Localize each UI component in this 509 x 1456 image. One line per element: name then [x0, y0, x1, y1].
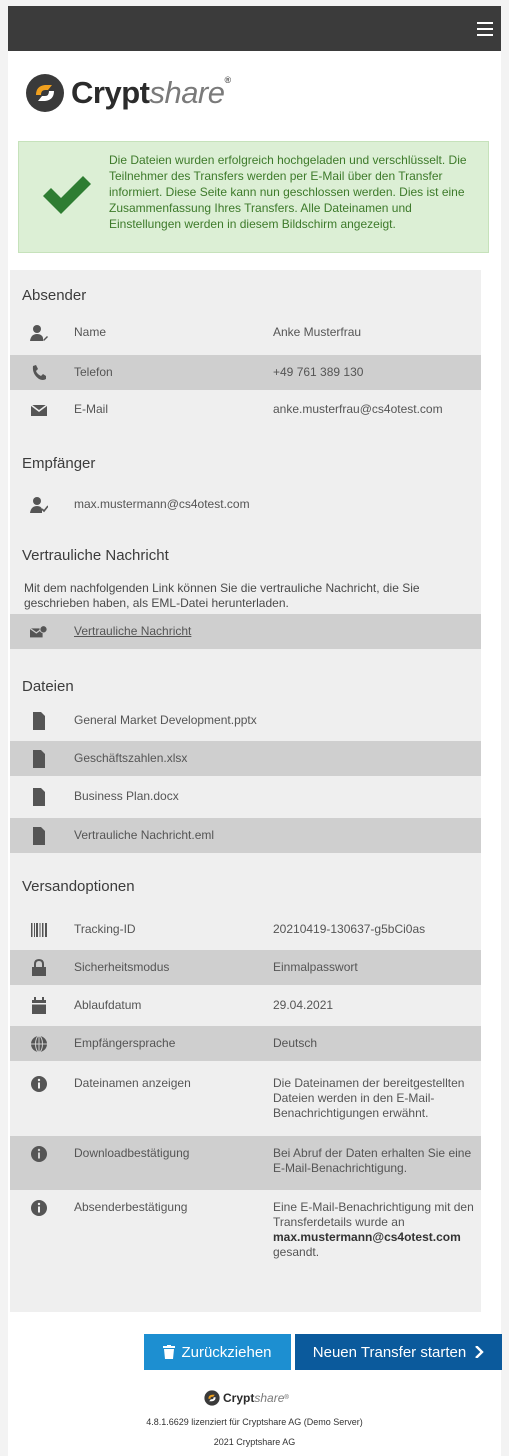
new-transfer-button[interactable]: Neuen Transfer starten [295, 1334, 502, 1370]
envelope-icon [30, 404, 48, 416]
navbar [8, 6, 501, 51]
file-icon [33, 827, 45, 845]
sender-heading: Absender [22, 287, 87, 304]
option-label: Tracking-ID [74, 922, 136, 936]
file-row: Vertrauliche Nachricht.eml [10, 818, 481, 853]
file-icon [33, 712, 45, 730]
option-filenames-row: Dateinamen anzeigen Die Dateinamen der b… [10, 1066, 481, 1128]
option-label: Empfängersprache [74, 1036, 176, 1050]
footer-brand-reg: ® [284, 1395, 289, 1401]
option-label: Sicherheitsmodus [74, 960, 170, 974]
info-icon [31, 1146, 47, 1162]
option-expiry-row: Ablaufdatum 29.04.2021 [10, 988, 481, 1023]
user-edit-icon [30, 325, 48, 341]
recipient-email: max.mustermann@cs4otest.com [74, 497, 250, 511]
calendar-icon [32, 997, 46, 1014]
file-icon [33, 788, 45, 806]
sender-name-value: Anke Musterfrau [273, 325, 362, 339]
cryptshare-logo-icon [26, 74, 64, 112]
footer-license: 4.8.1.6629 lizenziert für Cryptshare AG … [146, 1417, 363, 1427]
confidential-description: Mit dem nachfolgenden Link können Sie di… [24, 581, 420, 610]
cryptshare-logo-icon [204, 1390, 220, 1406]
trash-icon [163, 1345, 176, 1359]
globe-icon [31, 1035, 47, 1053]
success-alert: Die Dateien wurden erfolgreich hochgelad… [18, 141, 489, 253]
sender-phone-label: Telefon [74, 365, 113, 379]
footer-brand-light: share [254, 1391, 285, 1405]
option-download-confirm-row: Downloadbestätigung Bei Abruf der Daten … [10, 1136, 481, 1190]
chevron-right-icon [475, 1346, 484, 1358]
file-name: Business Plan.docx [74, 789, 179, 803]
file-name: Geschäftszahlen.xlsx [74, 751, 188, 765]
brand-logo[interactable]: Cryptshare® [25, 73, 231, 113]
option-language-row: Empfängersprache Deutsch [10, 1026, 481, 1061]
option-label: Downloadbestätigung [74, 1146, 190, 1160]
sender-email-label: E-Mail [74, 402, 109, 416]
option-label: Absenderbestätigung [74, 1200, 188, 1214]
files-heading: Dateien [22, 678, 74, 695]
option-tracking-row: Tracking-ID 20210419-130637-g5bCi0as [10, 912, 481, 947]
sender-phone-row: Telefon +49 761 389 130 [10, 355, 481, 390]
user-check-icon [30, 497, 48, 513]
confidential-message-link[interactable]: Vertrauliche Nachricht [74, 624, 191, 638]
option-value: Bei Abruf der Daten erhalten Sie eine E-… [273, 1146, 472, 1175]
file-row: Geschäftszahlen.xlsx [10, 741, 481, 776]
recipient-row: max.mustermann@cs4otest.com [10, 487, 481, 522]
option-value: Deutsch [273, 1036, 318, 1050]
new-transfer-button-label: Neuen Transfer starten [312, 1343, 467, 1361]
withdraw-button[interactable]: Zurückziehen [144, 1334, 291, 1370]
confidential-link-row[interactable]: Vertrauliche Nachricht [10, 614, 481, 649]
sender-email-row: E-Mail anke.musterfrau@cs4otest.com [10, 392, 481, 427]
option-label: Ablaufdatum [74, 998, 142, 1012]
checkmark-icon [43, 176, 91, 214]
option-label: Dateinamen anzeigen [74, 1076, 191, 1090]
info-icon [31, 1200, 47, 1216]
file-icon [33, 750, 45, 768]
footer-logo: Crypt share ® [204, 1390, 289, 1406]
option-value: Eine E-Mail-Benachrichtigung mit den Tra… [273, 1200, 474, 1259]
brand-wordmark: Cryptshare® [71, 75, 231, 110]
recipients-heading: Empfänger [22, 455, 96, 472]
withdraw-button-label: Zurückziehen [181, 1343, 272, 1361]
file-row: General Market Development.pptx [10, 703, 481, 738]
file-name: Vertrauliche Nachricht.eml [74, 828, 215, 842]
sender-name-label: Name [74, 325, 107, 339]
file-name: General Market Development.pptx [74, 713, 257, 727]
option-security-row: Sicherheitsmodus Einmalpasswort [10, 950, 481, 985]
sender-email-value: anke.musterfrau@cs4otest.com [273, 402, 443, 416]
sender-name-row: Name Anke Musterfrau [10, 315, 481, 350]
sender-phone-value: +49 761 389 130 [273, 365, 364, 379]
info-icon [31, 1076, 47, 1092]
file-row: Business Plan.docx [10, 779, 481, 814]
envelope-lock-icon [30, 625, 48, 638]
option-value: 29.04.2021 [273, 998, 334, 1012]
option-value: Einmalpasswort [273, 960, 358, 974]
lock-icon [32, 959, 46, 976]
footer-brand-bold: Crypt [223, 1391, 255, 1405]
phone-icon [32, 365, 46, 380]
option-value: 20210419-130637-g5bCi0as [273, 922, 426, 936]
option-value: Die Dateinamen der bereitgestellten Date… [273, 1076, 465, 1120]
success-message: Die Dateien wurden erfolgreich hochgelad… [109, 153, 467, 231]
options-heading: Versandoptionen [22, 878, 135, 895]
option-sender-confirm-row: Absenderbestätigung Eine E-Mail-Benachri… [10, 1190, 481, 1276]
menu-icon[interactable] [477, 22, 493, 36]
barcode-icon [31, 923, 47, 937]
footer-copyright: 2021 Cryptshare AG [213, 1437, 296, 1447]
confidential-heading: Vertrauliche Nachricht [22, 547, 169, 564]
